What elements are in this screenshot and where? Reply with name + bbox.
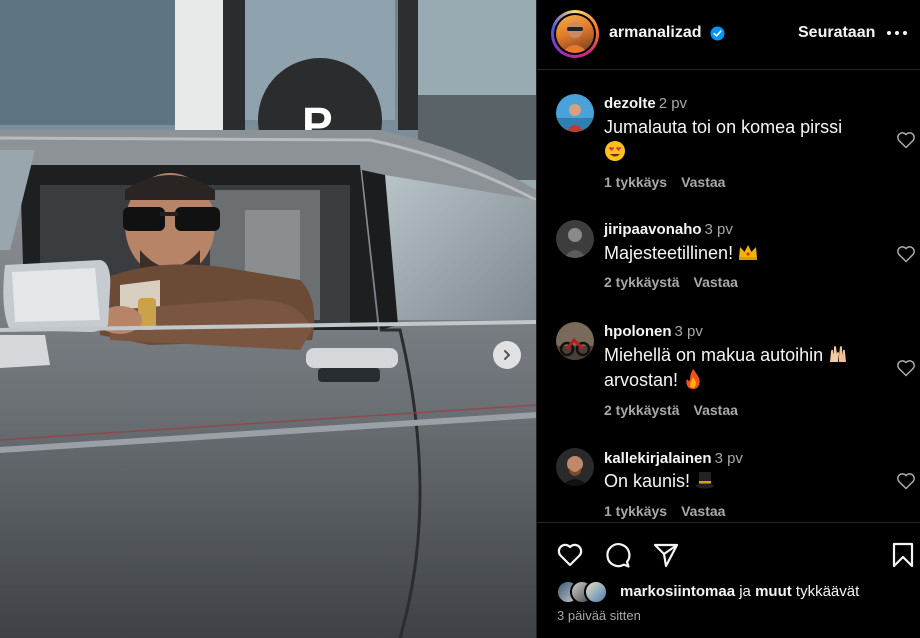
following-button[interactable]: Seurataan xyxy=(798,24,875,42)
liked-by-connector: ja xyxy=(739,583,751,600)
post-timestamp[interactable]: 3 päivää sitten xyxy=(557,608,641,623)
comment-like-heart-icon[interactable] xyxy=(896,245,916,263)
post-actions: markosiintomaa ja muut tykkäävät 3 päivä… xyxy=(537,522,920,638)
more-horizontal-icon[interactable] xyxy=(885,27,909,39)
commenter-avatar[interactable] xyxy=(556,94,594,132)
comment-likes[interactable]: 2 tykkäystä xyxy=(604,274,680,290)
comment-time: 3 pv xyxy=(674,323,703,340)
comment-time: 3 pv xyxy=(714,450,743,467)
liked-by-text: markosiintomaa ja muut tykkäävät xyxy=(620,583,859,600)
share-paper-plane-icon[interactable] xyxy=(652,541,680,569)
comment-like-heart-icon[interactable] xyxy=(896,359,916,377)
comments-list[interactable]: dezolte 2 pv Jumalauta toi on komea pirss… xyxy=(537,71,920,521)
commenter-username[interactable]: jiripaavonaho xyxy=(604,221,702,238)
post-side-panel: armanalizad Seurataan dezolte 2 pv Jumal… xyxy=(536,0,920,638)
comment-like-heart-icon[interactable] xyxy=(896,131,916,149)
liked-by-suffix: tykkäävät xyxy=(795,583,860,600)
reply-button[interactable]: Vastaa xyxy=(694,274,738,290)
comment-text: Miehellä on makua autoihin arvostan! xyxy=(604,343,874,393)
comment-meta: 2 tykkäystä Vastaa xyxy=(604,402,752,418)
post-header: armanalizad Seurataan xyxy=(537,0,920,70)
comment-text-body: Jumalauta toi on komea pirssi xyxy=(604,117,843,137)
comment-text: On kaunis! xyxy=(604,469,874,494)
comment-likes[interactable]: 2 tykkäystä xyxy=(604,402,680,418)
comment-bubble-icon[interactable] xyxy=(604,541,632,569)
like-heart-icon[interactable] xyxy=(556,541,584,569)
commenter-avatar[interactable] xyxy=(556,220,594,258)
commenter-username[interactable]: kallekirjalainen xyxy=(604,450,712,467)
commenter-avatar[interactable] xyxy=(556,322,594,360)
reply-button[interactable]: Vastaa xyxy=(681,174,725,190)
author-username[interactable]: armanalizad xyxy=(609,24,701,42)
raising-hands-emoji-icon xyxy=(830,346,847,362)
commenter-username[interactable]: dezolte xyxy=(604,95,656,112)
reply-button[interactable]: Vastaa xyxy=(681,503,725,519)
comment-text-body-line2: arvostan! xyxy=(604,370,679,390)
reply-button[interactable]: Vastaa xyxy=(694,402,738,418)
liker-avatar[interactable] xyxy=(584,580,608,604)
comment-meta: 2 tykkäystä Vastaa xyxy=(604,274,752,290)
crown-emoji-icon xyxy=(739,245,758,260)
comment-text: Jumalauta toi on komea pirssi xyxy=(604,115,874,165)
car-photo-image: P xyxy=(0,0,536,638)
comment-time: 3 pv xyxy=(704,221,733,238)
comment-likes[interactable]: 1 tykkäys xyxy=(604,503,667,519)
comment-text: Majesteetillinen! xyxy=(604,241,874,266)
fire-emoji-icon xyxy=(686,369,700,389)
comment-meta: 1 tykkäys Vastaa xyxy=(604,503,739,519)
verified-badge-icon xyxy=(710,26,725,41)
top-hat-emoji-icon xyxy=(696,472,715,489)
author-avatar[interactable] xyxy=(551,10,599,58)
commenter-username[interactable]: hpolonen xyxy=(604,323,672,340)
post-photo: P xyxy=(0,0,536,638)
bookmark-icon[interactable] xyxy=(889,541,917,569)
chevron-right-icon xyxy=(504,350,510,360)
next-image-button[interactable] xyxy=(493,341,521,369)
comment-likes[interactable]: 1 tykkäys xyxy=(604,174,667,190)
heart-eyes-emoji-icon xyxy=(605,141,625,161)
comment-text-body: Miehellä on makua autoihin xyxy=(604,345,824,365)
liked-by-others[interactable]: muut xyxy=(755,583,792,600)
comment-text-body: On kaunis! xyxy=(604,471,691,491)
comment-meta: 1 tykkäys Vastaa xyxy=(604,174,739,190)
comment-like-heart-icon[interactable] xyxy=(896,472,916,490)
liker-username[interactable]: markosiintomaa xyxy=(620,583,735,600)
liked-by-row: markosiintomaa ja muut tykkäävät xyxy=(556,580,916,606)
commenter-avatar[interactable] xyxy=(556,448,594,486)
comment-time: 2 pv xyxy=(658,95,688,112)
comment-text-body: Majesteetillinen! xyxy=(604,243,734,263)
